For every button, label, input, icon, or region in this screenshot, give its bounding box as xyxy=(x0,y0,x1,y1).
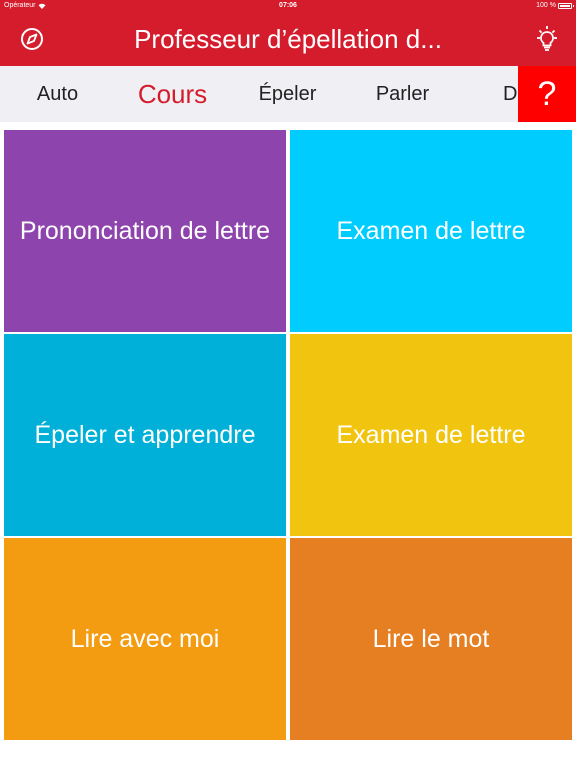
tab-cours[interactable]: Cours xyxy=(115,66,230,122)
tile-letter-pronunciation[interactable]: Prononciation de lettre xyxy=(4,130,286,332)
battery-percent: 100 % xyxy=(536,2,556,9)
tile-letter-exam[interactable]: Examen de lettre xyxy=(290,130,572,332)
tile-read-with-me[interactable]: Lire avec moi xyxy=(4,538,286,740)
tab-parler[interactable]: Parler xyxy=(345,66,460,122)
tab-bar: Auto Cours Épeler Parler Dic xyxy=(0,66,576,122)
tile-read-the-word[interactable]: Lire le mot xyxy=(290,538,572,740)
lightbulb-icon[interactable] xyxy=(532,24,562,54)
help-button[interactable]: ? xyxy=(518,66,576,122)
battery-status: 100 % xyxy=(536,0,574,12)
tab-auto[interactable]: Auto xyxy=(0,66,115,122)
battery-icon xyxy=(558,3,574,9)
compass-icon[interactable] xyxy=(18,25,46,53)
tile-letter-exam-2[interactable]: Examen de lettre xyxy=(290,334,572,536)
tile-spell-and-learn[interactable]: Épeler et apprendre xyxy=(4,334,286,536)
tab-epeler[interactable]: Épeler xyxy=(230,66,345,122)
status-time: 07:06 xyxy=(279,2,297,9)
navigation-bar: Professeur d’épellation d... xyxy=(0,12,576,66)
lesson-grid: Prononciation de lettre Examen de lettre… xyxy=(0,128,576,742)
page-title: Professeur d’épellation d... xyxy=(134,24,442,54)
status-bar: Opérateur 07:06 100 % xyxy=(0,0,576,12)
